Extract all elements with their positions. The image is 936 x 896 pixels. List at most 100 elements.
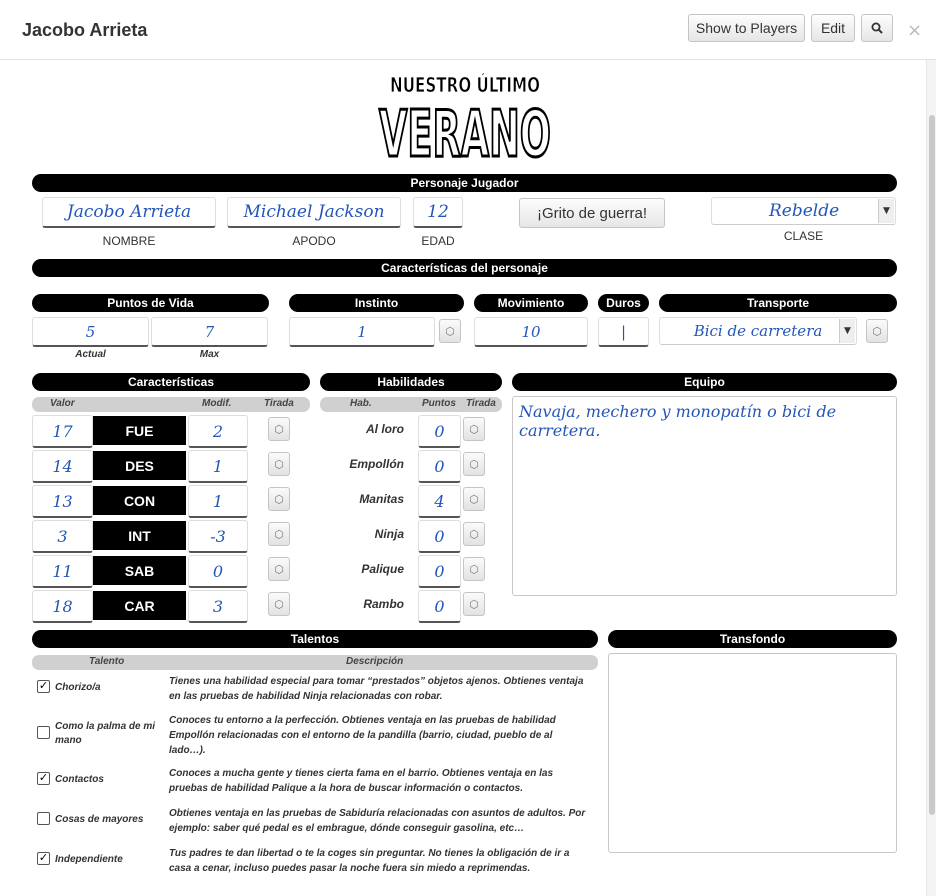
chevron-down-icon: ▼ — [839, 319, 855, 343]
skill-roll-button[interactable]: ⬡ — [463, 557, 485, 581]
show-to-players-button[interactable]: Show to Players — [688, 14, 805, 42]
stat-name-label: DES — [93, 451, 186, 480]
chevron-down-icon: ▼ — [878, 199, 894, 223]
background-textarea[interactable] — [608, 653, 897, 853]
stat-roll-button[interactable]: ⬡ — [268, 452, 290, 476]
equipment-textarea[interactable]: Navaja, mechero y monopatín o bici de ca… — [512, 396, 897, 596]
stat-roll-button[interactable]: ⬡ — [268, 592, 290, 616]
skill-points-field[interactable]: 4 — [418, 485, 461, 518]
dice-icon: ⬡ — [274, 423, 284, 436]
dice-icon: ⬡ — [469, 423, 479, 436]
talents-columns: Talento Descripción — [32, 655, 598, 670]
equipment-header: Equipo — [512, 373, 897, 391]
instinct-header: Instinto — [289, 294, 464, 312]
stat-mod-field[interactable]: 2 — [188, 415, 248, 448]
col-value: Valor — [50, 398, 75, 409]
talent-checkbox[interactable]: ✓ — [37, 772, 50, 785]
stat-mod-field[interactable]: 1 — [188, 485, 248, 518]
stat-value-field[interactable]: 14 — [32, 450, 93, 483]
dice-icon: ⬡ — [469, 598, 479, 611]
skill-roll-button[interactable]: ⬡ — [463, 417, 485, 441]
dialog-header: Jacobo Arrieta Show to Players Edit × — [0, 0, 936, 60]
skill-roll-button[interactable]: ⬡ — [463, 522, 485, 546]
money-field[interactable]: | — [598, 317, 649, 347]
instinct-field[interactable]: 1 — [289, 317, 435, 347]
scrollbar-thumb[interactable] — [929, 115, 935, 815]
skill-points-field[interactable]: 0 — [418, 520, 461, 553]
character-title: Jacobo Arrieta — [22, 20, 148, 40]
skill-name-label: Rambo — [363, 597, 404, 611]
background-header: Transfondo — [608, 630, 897, 648]
col-talent: Talento — [89, 656, 125, 667]
stat-mod-field[interactable]: 0 — [188, 555, 248, 588]
stat-value-field[interactable]: 17 — [32, 415, 93, 448]
movement-header: Movimiento — [474, 294, 588, 312]
talent-name-label: Chorizo/a — [55, 682, 101, 693]
stat-value-field[interactable]: 11 — [32, 555, 93, 588]
search-button[interactable] — [861, 14, 893, 42]
stat-roll-button[interactable]: ⬡ — [268, 417, 290, 441]
skill-roll-button[interactable]: ⬡ — [463, 452, 485, 476]
name-field[interactable]: Jacobo Arrieta — [42, 197, 216, 228]
skill-roll-button[interactable]: ⬡ — [463, 592, 485, 616]
col-mod: Modif. — [202, 398, 232, 409]
talent-description: Tienes una habilidad especial para tomar… — [169, 676, 584, 702]
money-header: Duros — [598, 294, 649, 312]
edit-button[interactable]: Edit — [811, 14, 855, 42]
talent-description: Conoces tu entorno a la perfección. Obti… — [169, 715, 556, 756]
skill-points-field[interactable]: 0 — [418, 415, 461, 448]
dice-icon: ⬡ — [274, 458, 284, 471]
skill-points-field[interactable]: 0 — [418, 590, 461, 623]
instinct-roll-button[interactable]: ⬡ — [439, 319, 461, 343]
age-label: EDAD — [421, 234, 455, 248]
talent-checkbox[interactable] — [37, 726, 50, 739]
movement-field[interactable]: 10 — [474, 317, 588, 347]
stat-mod-field[interactable]: 3 — [188, 590, 248, 623]
age-field[interactable]: 12 — [413, 197, 463, 228]
logo-line2: VERANO — [379, 98, 551, 164]
stat-mod-field[interactable]: -3 — [188, 520, 248, 553]
hp-current-label: Actual — [75, 349, 106, 360]
dice-icon: ⬡ — [469, 458, 479, 471]
section-traits: Características del personaje — [32, 259, 897, 277]
stat-roll-button[interactable]: ⬡ — [268, 557, 290, 581]
stat-roll-button[interactable]: ⬡ — [268, 487, 290, 511]
col-skill-roll: Tirada — [466, 398, 496, 409]
talents-header: Talentos — [32, 630, 598, 648]
stat-value-field[interactable]: 13 — [32, 485, 93, 518]
talent-checkbox[interactable] — [37, 812, 50, 825]
war-cry-button[interactable]: ¡Grito de guerra! — [519, 198, 665, 228]
skill-name-label: Empollón — [349, 457, 404, 471]
skill-points-field[interactable]: 0 — [418, 450, 461, 483]
col-roll: Tirada — [264, 398, 294, 409]
skill-points-field[interactable]: 0 — [418, 555, 461, 588]
stat-name-label: CON — [93, 486, 186, 515]
stats-columns: Valor Modif. Tirada — [32, 397, 310, 412]
col-description: Descripción — [346, 656, 404, 667]
talent-name-label: Cosas de mayores — [55, 814, 144, 825]
alias-field[interactable]: Michael Jackson — [227, 197, 401, 228]
character-sheet: NUESTRO ÚLTIMO VERANO Personaje Jugador … — [0, 60, 926, 896]
class-select[interactable]: Rebelde ▼ — [711, 197, 896, 225]
talent-name-label: Independiente — [55, 854, 123, 865]
stat-value-field[interactable]: 18 — [32, 590, 93, 623]
talent-description: Obtienes ventaja en las pruebas de Sabid… — [169, 808, 586, 834]
talent-checkbox[interactable]: ✓ — [37, 852, 50, 865]
talent-checkbox[interactable]: ✓ — [37, 680, 50, 693]
name-label: NOMBRE — [102, 234, 156, 248]
talent-name-label: Contactos — [55, 774, 104, 785]
talent-name-label: Como la palma de mi mano — [55, 721, 156, 746]
stat-value-field[interactable]: 3 — [32, 520, 93, 553]
transport-select[interactable]: Bici de carretera ▼ — [659, 317, 857, 345]
transport-roll-button[interactable]: ⬡ — [866, 319, 888, 343]
hp-max-field[interactable]: 7 — [151, 317, 268, 347]
stat-roll-button[interactable]: ⬡ — [268, 522, 290, 546]
skill-roll-button[interactable]: ⬡ — [463, 487, 485, 511]
scrollbar[interactable] — [926, 60, 936, 896]
col-points: Puntos — [422, 398, 456, 409]
close-button[interactable]: × — [907, 20, 922, 41]
stat-mod-field[interactable]: 1 — [188, 450, 248, 483]
stat-name-label: CAR — [93, 591, 186, 620]
hp-max-label: Max — [199, 349, 220, 360]
hp-current-field[interactable]: 5 — [32, 317, 149, 347]
